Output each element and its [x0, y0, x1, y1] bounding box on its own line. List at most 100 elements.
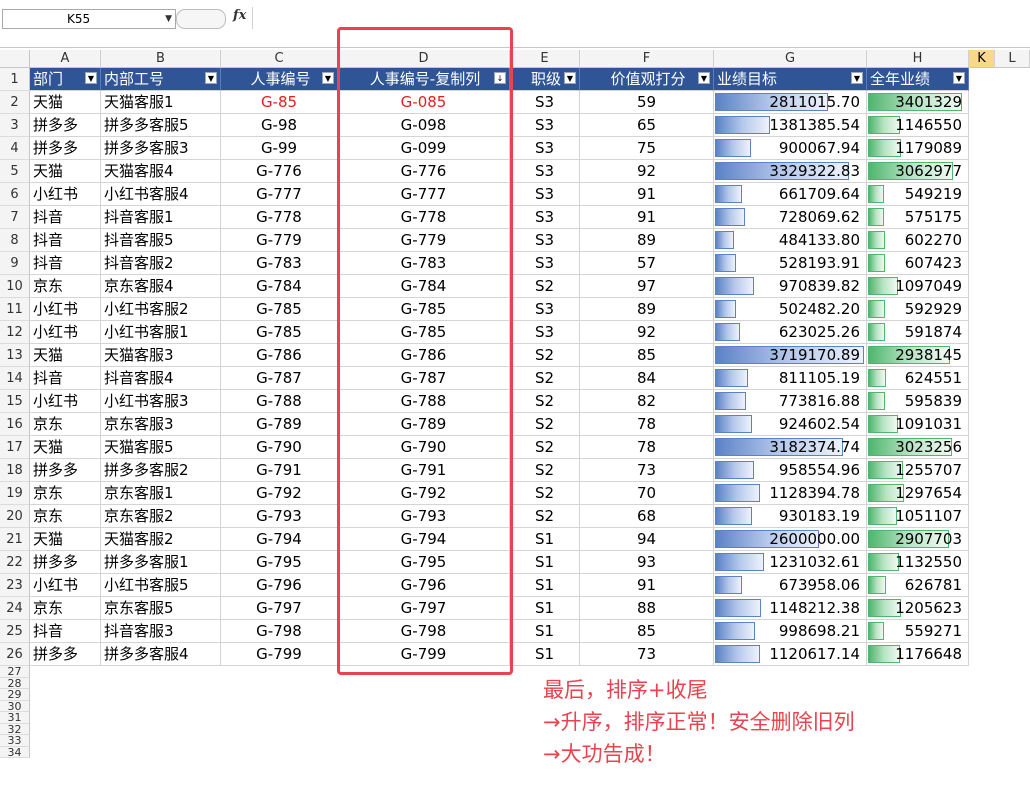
- table-cell[interactable]: 抖音客服3: [101, 620, 221, 643]
- table-header-cell[interactable]: 职级 ▼: [510, 68, 580, 91]
- table-cell[interactable]: G-789: [338, 413, 510, 436]
- data-bar-cell[interactable]: 900067.94: [714, 137, 867, 160]
- table-cell[interactable]: 抖音客服5: [101, 229, 221, 252]
- data-bar-cell[interactable]: 528193.91: [714, 252, 867, 275]
- filter-dropdown-icon[interactable]: ▼: [953, 72, 965, 84]
- table-cell[interactable]: 82: [580, 390, 714, 413]
- table-cell[interactable]: 92: [580, 321, 714, 344]
- table-cell[interactable]: S2: [510, 505, 580, 528]
- table-cell[interactable]: 京东: [30, 597, 101, 620]
- table-cell[interactable]: G-778: [338, 206, 510, 229]
- table-cell[interactable]: G-785: [221, 298, 338, 321]
- table-cell[interactable]: S3: [510, 206, 580, 229]
- table-cell[interactable]: S3: [510, 229, 580, 252]
- data-bar-cell[interactable]: 3182374.74: [714, 436, 867, 459]
- table-cell[interactable]: 京东客服2: [101, 505, 221, 528]
- filter-dropdown-icon[interactable]: ▼: [851, 72, 863, 84]
- data-bar-cell[interactable]: 1120617.14: [714, 643, 867, 666]
- data-bar-cell[interactable]: 1146550: [867, 114, 969, 137]
- data-bar-cell[interactable]: 811105.19: [714, 367, 867, 390]
- table-cell[interactable]: G-098: [338, 114, 510, 137]
- table-header-cell[interactable]: 人事编号-复制列 ↓: [338, 68, 510, 91]
- table-cell[interactable]: 92: [580, 160, 714, 183]
- chevron-down-icon[interactable]: ▼: [165, 10, 172, 28]
- table-cell[interactable]: 小红书客服5: [101, 574, 221, 597]
- row-header[interactable]: 18: [0, 459, 30, 482]
- table-cell[interactable]: S3: [510, 137, 580, 160]
- table-cell[interactable]: S2: [510, 344, 580, 367]
- table-cell[interactable]: 天猫: [30, 160, 101, 183]
- table-cell[interactable]: S1: [510, 574, 580, 597]
- data-bar-cell[interactable]: 998698.21: [714, 620, 867, 643]
- row-header[interactable]: 9: [0, 252, 30, 275]
- table-cell[interactable]: S2: [510, 459, 580, 482]
- table-cell[interactable]: 天猫客服3: [101, 344, 221, 367]
- table-cell[interactable]: 57: [580, 252, 714, 275]
- data-bar-cell[interactable]: 502482.20: [714, 298, 867, 321]
- formula-buttons[interactable]: [176, 9, 226, 29]
- table-cell[interactable]: 小红书客服4: [101, 183, 221, 206]
- table-cell[interactable]: G-796: [338, 574, 510, 597]
- table-cell[interactable]: G-776: [338, 160, 510, 183]
- data-bar-cell[interactable]: 673958.06: [714, 574, 867, 597]
- table-cell[interactable]: 93: [580, 551, 714, 574]
- table-cell[interactable]: 75: [580, 137, 714, 160]
- column-header-d[interactable]: D: [338, 50, 510, 68]
- table-cell[interactable]: 小红书: [30, 183, 101, 206]
- table-cell[interactable]: S3: [510, 114, 580, 137]
- row-header[interactable]: 13: [0, 344, 30, 367]
- data-bar-cell[interactable]: 1297654: [867, 482, 969, 505]
- table-cell[interactable]: 88: [580, 597, 714, 620]
- table-cell[interactable]: 抖音客服4: [101, 367, 221, 390]
- table-cell[interactable]: 小红书客服2: [101, 298, 221, 321]
- table-cell[interactable]: 拼多多客服5: [101, 114, 221, 137]
- table-cell[interactable]: 小红书: [30, 298, 101, 321]
- row-header[interactable]: 21: [0, 528, 30, 551]
- table-cell[interactable]: 70: [580, 482, 714, 505]
- data-bar-cell[interactable]: 1179089: [867, 137, 969, 160]
- table-cell[interactable]: G-776: [221, 160, 338, 183]
- table-cell[interactable]: 天猫: [30, 436, 101, 459]
- data-bar-cell[interactable]: 1255707: [867, 459, 969, 482]
- data-bar-cell[interactable]: 2600000.00: [714, 528, 867, 551]
- table-header-cell[interactable]: 部门 ▼: [30, 68, 101, 91]
- table-cell[interactable]: G-790: [338, 436, 510, 459]
- row-header[interactable]: 2: [0, 91, 30, 114]
- row-header[interactable]: 17: [0, 436, 30, 459]
- column-header-e[interactable]: E: [510, 50, 580, 68]
- table-cell[interactable]: G-785: [221, 321, 338, 344]
- column-header-l[interactable]: L: [995, 50, 1030, 68]
- table-cell[interactable]: S3: [510, 91, 580, 114]
- row-header[interactable]: 15: [0, 390, 30, 413]
- table-cell[interactable]: 天猫客服4: [101, 160, 221, 183]
- data-bar-cell[interactable]: 3401329: [867, 91, 969, 114]
- column-header-f[interactable]: F: [580, 50, 714, 68]
- data-bar-cell[interactable]: 1205623: [867, 597, 969, 620]
- table-cell[interactable]: G-793: [338, 505, 510, 528]
- table-cell[interactable]: 京东: [30, 413, 101, 436]
- data-bar-cell[interactable]: 3062977: [867, 160, 969, 183]
- table-cell[interactable]: G-797: [338, 597, 510, 620]
- row-header[interactable]: 23: [0, 574, 30, 597]
- table-cell[interactable]: G-788: [221, 390, 338, 413]
- data-bar-cell[interactable]: 626781: [867, 574, 969, 597]
- table-cell[interactable]: 抖音客服1: [101, 206, 221, 229]
- table-cell[interactable]: 拼多多客服2: [101, 459, 221, 482]
- table-cell[interactable]: 京东客服3: [101, 413, 221, 436]
- table-cell[interactable]: G-779: [338, 229, 510, 252]
- data-bar-cell[interactable]: 575175: [867, 206, 969, 229]
- table-cell[interactable]: 84: [580, 367, 714, 390]
- table-cell[interactable]: 85: [580, 620, 714, 643]
- table-cell[interactable]: G-778: [221, 206, 338, 229]
- row-header[interactable]: 19: [0, 482, 30, 505]
- table-cell[interactable]: 65: [580, 114, 714, 137]
- table-cell[interactable]: 78: [580, 436, 714, 459]
- row-header[interactable]: 7: [0, 206, 30, 229]
- table-cell[interactable]: 97: [580, 275, 714, 298]
- data-bar-cell[interactable]: 624551: [867, 367, 969, 390]
- column-header-b[interactable]: B: [101, 50, 221, 68]
- data-bar-cell[interactable]: 924602.54: [714, 413, 867, 436]
- table-cell[interactable]: S3: [510, 298, 580, 321]
- select-all-corner[interactable]: [0, 50, 30, 68]
- data-bar-cell[interactable]: 1091031: [867, 413, 969, 436]
